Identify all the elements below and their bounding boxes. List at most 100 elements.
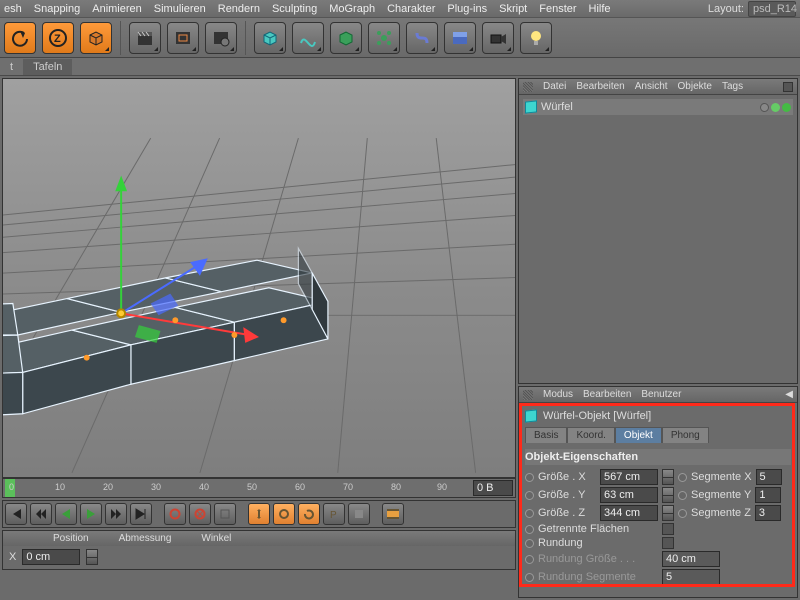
- menu-item[interactable]: Modus: [543, 389, 573, 400]
- current-frame-field[interactable]: 0 B: [473, 480, 513, 496]
- anim-dot-icon[interactable]: [678, 509, 687, 518]
- menu-item[interactable]: Skript: [499, 3, 527, 15]
- menu-item[interactable]: Bearbeiten: [576, 81, 624, 92]
- play-back-button[interactable]: [55, 503, 77, 525]
- tick-label: 80: [391, 482, 401, 492]
- attribute-title-text: Würfel-Objekt [Würfel]: [543, 410, 651, 422]
- grip-icon[interactable]: [523, 82, 533, 92]
- prop-size-x: Größe . X 567 cm Segmente X 5: [525, 469, 791, 485]
- object-tree-item[interactable]: Würfel: [523, 99, 793, 115]
- menu-item[interactable]: Objekte: [678, 81, 712, 92]
- seg-x-field[interactable]: 5: [756, 469, 782, 485]
- svg-text:Z: Z: [54, 33, 61, 45]
- render-settings-button[interactable]: [205, 22, 237, 54]
- cube-icon: [525, 100, 537, 113]
- grip-icon[interactable]: [13, 534, 23, 544]
- position-x-field[interactable]: 0 cm: [22, 549, 80, 565]
- attribute-menu: Modus Bearbeiten Benutzer ◀: [519, 387, 797, 403]
- anim-dot-icon: [525, 573, 534, 582]
- anim-dot-icon[interactable]: [678, 473, 687, 482]
- stepper[interactable]: [86, 549, 98, 565]
- anim-dot-icon[interactable]: [525, 539, 534, 548]
- deformer-tool-button[interactable]: [406, 22, 438, 54]
- attribute-tabs: Basis Koord. Objekt Phong: [525, 427, 791, 443]
- autokey-button[interactable]: [189, 503, 211, 525]
- tick-label: 90: [437, 482, 447, 492]
- generator-tool-button[interactable]: [368, 22, 400, 54]
- seg-y-field[interactable]: 1: [755, 487, 781, 503]
- menu-item[interactable]: Snapping: [34, 3, 81, 15]
- param-key-button[interactable]: P: [323, 503, 345, 525]
- viewport-tab[interactable]: Tafeln: [23, 59, 72, 75]
- cube-primitive-button[interactable]: [80, 22, 112, 54]
- layout-switcher: Layout: psd_R14: [708, 1, 796, 17]
- menu-item[interactable]: Rendern: [218, 3, 260, 15]
- tab-koord[interactable]: Koord.: [567, 427, 614, 443]
- menu-item[interactable]: Hilfe: [589, 3, 611, 15]
- stepper[interactable]: [662, 487, 674, 503]
- menu-item[interactable]: Sculpting: [272, 3, 317, 15]
- undo-button[interactable]: [4, 22, 36, 54]
- anim-dot-icon[interactable]: [525, 509, 534, 518]
- tab-objekt[interactable]: Objekt: [615, 427, 662, 443]
- pla-key-button[interactable]: [348, 503, 370, 525]
- menu-item[interactable]: Charakter: [387, 3, 435, 15]
- menu-item[interactable]: Animieren: [92, 3, 142, 15]
- layout-field[interactable]: psd_R14: [748, 1, 796, 17]
- anim-dot-icon[interactable]: [525, 473, 534, 482]
- environment-tool-button[interactable]: [444, 22, 476, 54]
- film-strip-button[interactable]: [382, 503, 404, 525]
- panel-options-icon[interactable]: [783, 82, 793, 92]
- spline-tool-button[interactable]: [292, 22, 324, 54]
- prev-key-button[interactable]: [30, 503, 52, 525]
- menu-item[interactable]: Bearbeiten: [583, 389, 631, 400]
- light-tool-button[interactable]: [520, 22, 552, 54]
- tab-phong[interactable]: Phong: [662, 427, 709, 443]
- menu-item[interactable]: Tags: [722, 81, 743, 92]
- menu-item[interactable]: Ansicht: [635, 81, 668, 92]
- goto-end-button[interactable]: [130, 503, 152, 525]
- menu-item[interactable]: Datei: [543, 81, 566, 92]
- size-x-field[interactable]: 567 cm: [600, 469, 658, 485]
- seg-z-field[interactable]: 3: [755, 505, 781, 521]
- size-z-field[interactable]: 344 cm: [600, 505, 658, 521]
- separate-faces-checkbox[interactable]: [662, 523, 674, 535]
- object-tree[interactable]: Würfel: [519, 95, 797, 383]
- viewport-tab[interactable]: t: [0, 59, 23, 75]
- anim-dot-icon[interactable]: [678, 491, 687, 500]
- cube-tool-button[interactable]: [254, 22, 286, 54]
- clapboard-button[interactable]: [129, 22, 161, 54]
- next-key-button[interactable]: [105, 503, 127, 525]
- rounding-checkbox[interactable]: [662, 537, 674, 549]
- rotate-key-button[interactable]: [298, 503, 320, 525]
- nav-back-icon[interactable]: ◀: [785, 389, 793, 400]
- col-header: Position: [53, 533, 89, 544]
- menu-item[interactable]: Benutzer: [641, 389, 681, 400]
- viewport-3d[interactable]: [2, 78, 516, 478]
- move-key-button[interactable]: [248, 503, 270, 525]
- record-button[interactable]: [164, 503, 186, 525]
- stepper[interactable]: [662, 469, 674, 485]
- anim-dot-icon[interactable]: [525, 491, 534, 500]
- visibility-dots[interactable]: [760, 103, 791, 112]
- stepper[interactable]: [662, 505, 674, 521]
- scale-key-button[interactable]: [273, 503, 295, 525]
- nurbs-tool-button[interactable]: [330, 22, 362, 54]
- menu-item[interactable]: Plug-ins: [447, 3, 487, 15]
- render-region-button[interactable]: [167, 22, 199, 54]
- tab-basis[interactable]: Basis: [525, 427, 567, 443]
- keyframe-options-button[interactable]: [214, 503, 236, 525]
- transport-bar: P: [2, 500, 516, 528]
- size-y-field[interactable]: 63 cm: [600, 487, 658, 503]
- camera-tool-button[interactable]: [482, 22, 514, 54]
- menu-item[interactable]: MoGraph: [329, 3, 375, 15]
- menu-item[interactable]: Fenster: [539, 3, 576, 15]
- goto-start-button[interactable]: [5, 503, 27, 525]
- menu-item[interactable]: Simulieren: [154, 3, 206, 15]
- menu-item[interactable]: esh: [4, 3, 22, 15]
- grip-icon[interactable]: [523, 390, 533, 400]
- play-button[interactable]: [80, 503, 102, 525]
- anim-dot-icon[interactable]: [525, 525, 534, 534]
- timeline-ruler[interactable]: 0 10 20 30 40 50 60 70 80 90 0 B: [2, 478, 516, 498]
- axis-z-button[interactable]: Z: [42, 22, 74, 54]
